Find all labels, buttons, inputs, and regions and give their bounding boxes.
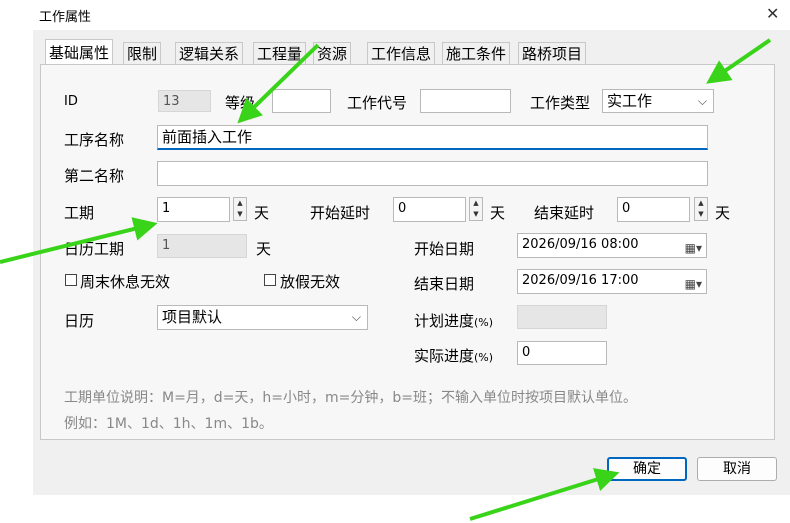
annotation-arrows [0, 38, 772, 521]
arrow-grade [237, 43, 320, 124]
arrow-ok [469, 468, 620, 521]
arrow-type [706, 38, 772, 84]
arrow-calendar-duration [0, 217, 158, 264]
